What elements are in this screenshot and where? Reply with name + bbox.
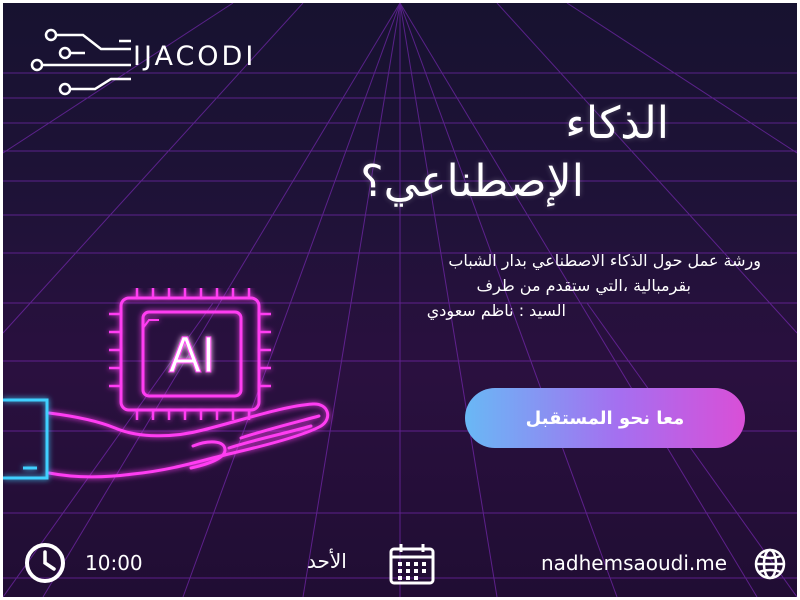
globe-icon (754, 548, 786, 580)
sleeve-cuff (3, 398, 49, 480)
headline-line-2: الإصطناعي؟ (360, 156, 584, 207)
poster: IJACODI الذكاء الإصطناعي؟ ورشة عمل حول ا… (3, 3, 797, 597)
cta-button[interactable]: معا نحو المستقبل (465, 388, 745, 448)
clock-icon (25, 543, 65, 583)
description-line-1: ورشة عمل حول الذكاء الاصطناعي بدار الشبا… (448, 251, 761, 270)
event-time: 10:00 (85, 551, 143, 575)
ai-hand-illustration: AI (3, 288, 330, 480)
headline: الذكاء الإصطناعي؟ (269, 95, 669, 211)
headline-line-1: الذكاء (565, 98, 669, 149)
hand-icon (47, 402, 330, 479)
brand-name: IJACODI (133, 41, 257, 72)
chip-label: AI (169, 328, 216, 384)
event-day: الأحد (307, 549, 347, 573)
calendar-icon (389, 544, 435, 585)
website-link[interactable]: nadhemsaoudi.me (541, 551, 727, 575)
